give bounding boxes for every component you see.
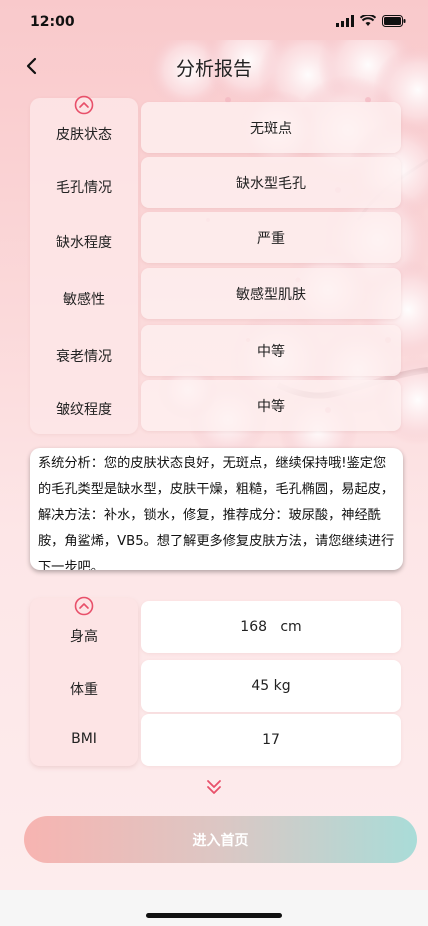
aging-value: 中等 [141, 325, 401, 376]
sensitivity-label: 敏感性 [63, 292, 105, 308]
pore-value: 缺水型毛孔 [141, 157, 401, 208]
dehydration-label: 缺水程度 [56, 235, 112, 251]
double-chevron-down-icon[interactable] [204, 777, 224, 797]
wifi-icon [360, 15, 376, 26]
weight-label: 体重 [70, 682, 98, 698]
wrinkle-value: 中等 [141, 380, 401, 431]
height-value: 168 cm [141, 601, 401, 653]
sensitivity-value: 敏感型肌肤 [141, 268, 401, 319]
skin-label-column [30, 98, 138, 434]
page-title: 分析报告 [175, 58, 252, 80]
nav-bar: 分析报告 [0, 44, 428, 88]
bmi-label: BMI [71, 731, 97, 747]
chevron-up-circle-icon[interactable] [74, 95, 94, 115]
bottom-bar [0, 890, 428, 926]
skin-status-label: 皮肤状态 [56, 127, 112, 143]
signal-icon [336, 15, 354, 27]
home-indicator[interactable] [146, 913, 282, 918]
enter-home-button[interactable]: 进入首页 [24, 816, 417, 863]
analysis-text: 系统分析：您的皮肤状态良好，无斑点，继续保持哦!鉴定您的毛孔类型是缺水型，皮肤干… [30, 448, 403, 570]
skin-status-value: 无斑点 [141, 102, 401, 153]
aging-label: 衰老情况 [56, 349, 112, 365]
status-icons [336, 15, 406, 27]
wrinkle-label: 皱纹程度 [56, 402, 112, 418]
weight-value: 45 kg [141, 660, 401, 712]
height-label: 身高 [70, 629, 98, 645]
dehydration-value: 严重 [141, 212, 401, 263]
bmi-value: 17 [141, 714, 401, 766]
pore-label: 毛孔情况 [56, 180, 112, 196]
battery-icon [382, 15, 406, 27]
chevron-up-circle-icon[interactable] [74, 596, 94, 616]
status-bar: 12:00 [0, 0, 428, 44]
status-time: 12:00 [30, 14, 75, 30]
